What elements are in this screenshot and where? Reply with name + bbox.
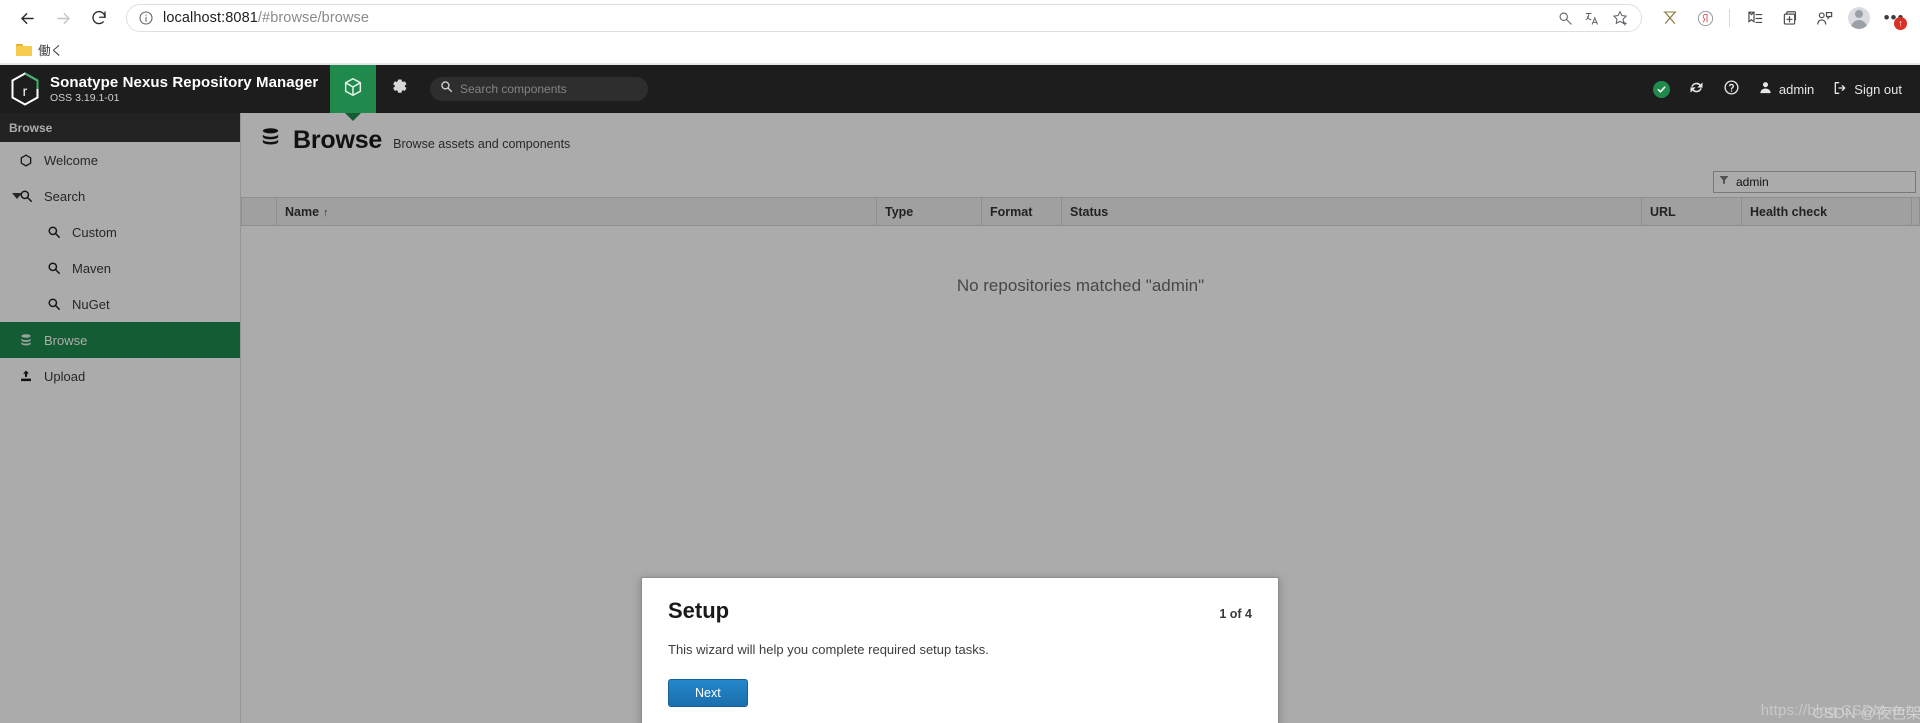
search-input[interactable] xyxy=(460,82,638,96)
header-right-actions: admin Sign out xyxy=(1652,65,1920,113)
address-bar[interactable]: localhost:8081/#browse/browse xyxy=(126,4,1642,32)
site-info-icon[interactable] xyxy=(137,9,155,27)
gear-icon xyxy=(390,77,409,101)
bookmark-label: 働く xyxy=(38,44,64,58)
cube-icon xyxy=(342,76,364,103)
search-key-icon[interactable] xyxy=(1557,10,1574,27)
user-menu[interactable]: admin xyxy=(1758,80,1814,98)
refresh-icon xyxy=(1688,79,1705,99)
setup-wizard-dialog: Setup 1 of 4 This wizard will help you c… xyxy=(641,577,1279,723)
back-button[interactable] xyxy=(10,3,44,33)
help-button[interactable] xyxy=(1723,79,1740,99)
sign-out-icon xyxy=(1832,80,1848,99)
avatar xyxy=(1848,7,1870,29)
sign-out-button[interactable]: Sign out xyxy=(1832,80,1902,99)
browse-tab[interactable] xyxy=(330,65,376,113)
bookmarks-bar: 働く xyxy=(0,36,1920,64)
app-title: Sonatype Nexus Repository Manager xyxy=(50,73,319,91)
watermark: https://blog.CSDN.net CSDN @夜色架构师 xyxy=(1761,702,1920,722)
watermark-line2: CSDN @夜色架构师 xyxy=(1812,705,1920,722)
check-circle-icon xyxy=(1652,80,1670,98)
url-host: localhost:8081 xyxy=(163,10,258,26)
user-icon xyxy=(1758,80,1773,98)
dialog-body-text: This wizard will help you complete requi… xyxy=(668,642,989,657)
sign-out-label: Sign out xyxy=(1854,81,1902,97)
yandex-icon[interactable] xyxy=(1689,3,1721,33)
nexus-header: r Sonatype Nexus Repository Manager OSS … xyxy=(0,65,1920,113)
math-solver-icon[interactable] xyxy=(1654,3,1686,33)
more-menu-button[interactable]: ••• ↑ xyxy=(1878,3,1910,33)
next-button[interactable]: Next xyxy=(668,679,748,707)
nexus-app: r Sonatype Nexus Repository Manager OSS … xyxy=(0,65,1920,723)
component-search[interactable] xyxy=(430,77,648,101)
browser-nav-bar: localhost:8081/#browse/browse ••• ↑ xyxy=(0,0,1920,36)
dialog-step-counter: 1 of 4 xyxy=(1219,607,1252,621)
browser-chrome: localhost:8081/#browse/browse ••• ↑ 働く xyxy=(0,0,1920,65)
dialog-header: Setup 1 of 4 xyxy=(668,598,1252,624)
status-indicator[interactable] xyxy=(1652,80,1670,98)
search-icon xyxy=(440,80,453,98)
svg-text:r: r xyxy=(23,83,28,99)
folder-icon xyxy=(16,43,32,56)
toolbar-divider xyxy=(1729,9,1730,27)
bookmark-item[interactable]: 働く xyxy=(10,38,69,61)
split-screen-icon[interactable] xyxy=(1773,3,1805,33)
translate-icon[interactable] xyxy=(1584,10,1601,27)
brand-area[interactable]: r Sonatype Nexus Repository Manager OSS … xyxy=(0,65,330,113)
user-label: admin xyxy=(1778,81,1815,97)
profile-avatar[interactable] xyxy=(1843,3,1875,33)
app-version: OSS 3.19.1-01 xyxy=(50,92,120,105)
help-circle-icon xyxy=(1723,79,1740,99)
nexus-logo-icon: r xyxy=(10,72,40,106)
update-badge-icon: ↑ xyxy=(1894,17,1907,30)
dialog-title: Setup xyxy=(668,598,730,623)
collections-icon[interactable] xyxy=(1738,3,1770,33)
favorite-star-icon[interactable] xyxy=(1611,9,1629,27)
omnibox-actions xyxy=(1557,9,1633,27)
admin-tab[interactable] xyxy=(376,65,422,113)
brand-text: Sonatype Nexus Repository Manager OSS 3.… xyxy=(50,74,318,104)
share-person-icon[interactable] xyxy=(1808,3,1840,33)
refresh-button[interactable] xyxy=(1688,79,1705,99)
reload-button[interactable] xyxy=(82,3,116,33)
browser-toolbar: ••• ↑ xyxy=(1654,3,1910,33)
url-path: /#browse/browse xyxy=(257,10,370,26)
url-text: localhost:8081/#browse/browse xyxy=(163,10,369,26)
forward-button[interactable] xyxy=(46,3,80,33)
